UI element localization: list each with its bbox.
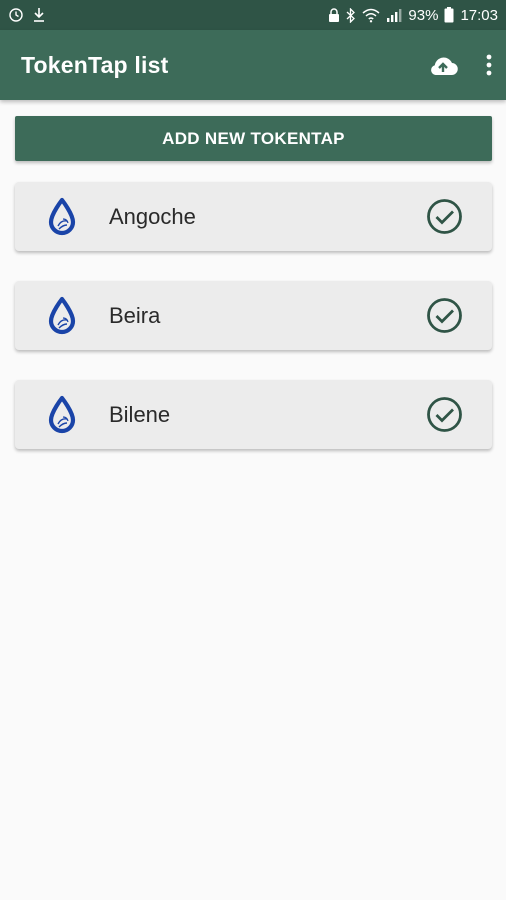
status-bar: 93% 17:03 (0, 0, 506, 30)
cloud-upload-icon[interactable] (428, 54, 458, 76)
list-item-label: Angoche (109, 204, 196, 229)
water-drop-icon (47, 395, 77, 440)
signal-icon (386, 8, 402, 23)
wifi-icon (362, 8, 380, 23)
list-item-angoche[interactable]: Angoche (15, 182, 492, 251)
app-bar: TokenTap list (0, 30, 506, 100)
add-new-tokentap-button[interactable]: ADD NEW TOKENTAP (15, 116, 492, 161)
bluetooth-icon (346, 7, 356, 23)
status-right: 93% 17:03 (328, 7, 498, 24)
check-circle-icon (426, 297, 463, 339)
list-item-beira[interactable]: Beira (15, 281, 492, 350)
status-time: 17:03 (460, 6, 498, 24)
list-item-label: Beira (109, 303, 161, 328)
list-item-label: Bilene (109, 402, 171, 427)
tokentap-list: Angoche Beira Bilene (15, 182, 492, 479)
check-circle-icon (426, 396, 463, 438)
water-drop-icon (47, 296, 77, 341)
alarm-icon (8, 7, 24, 23)
list-item-bilene[interactable]: Bilene (15, 380, 492, 449)
status-left (8, 7, 46, 23)
app-actions (428, 54, 492, 76)
app-title: TokenTap list (21, 51, 169, 78)
battery-icon (444, 7, 454, 23)
water-drop-icon (47, 197, 77, 242)
lock-icon (328, 7, 340, 23)
check-circle-icon (426, 198, 463, 240)
battery-percent: 93% (408, 6, 439, 24)
download-icon (32, 7, 46, 23)
more-vert-icon[interactable] (486, 54, 492, 76)
